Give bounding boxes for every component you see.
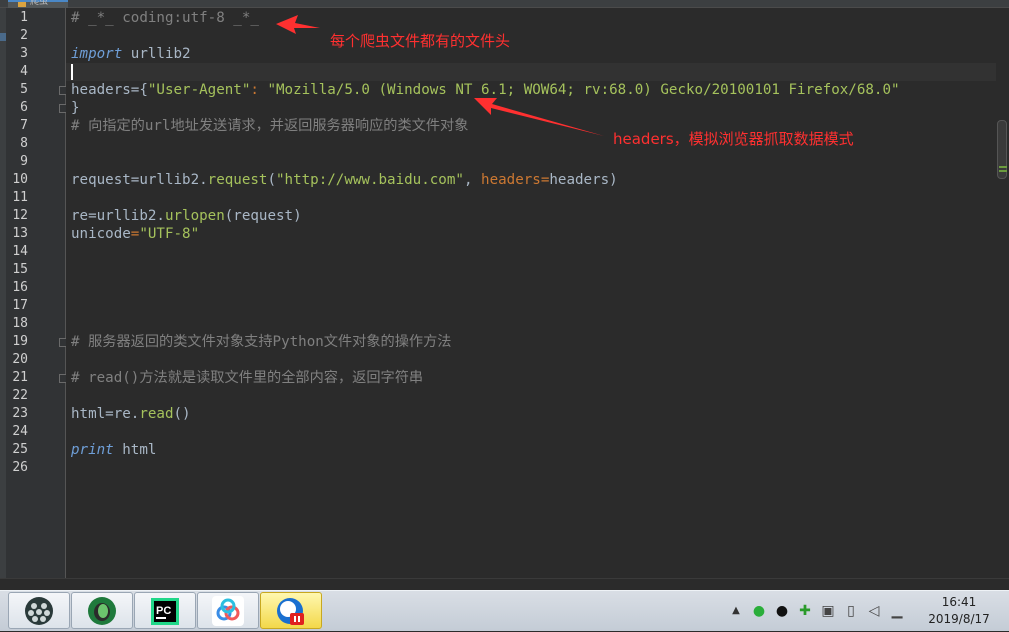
arrow-to-header (276, 15, 320, 34)
network-status-icon[interactable]: ▣ (820, 603, 836, 619)
headers-annotation: headers，模拟浏览器抓取数据模式 (613, 130, 854, 148)
orb-icon (25, 597, 53, 625)
taskbar-app-evernote[interactable] (71, 592, 133, 629)
taskbar-app-pycharm[interactable]: PC (134, 592, 196, 629)
battery-icon[interactable]: ▯ (843, 603, 859, 619)
signal-icon[interactable]: ▁ (889, 603, 905, 619)
wechat-icon[interactable]: ● (751, 603, 767, 619)
annotation-arrows (276, 15, 604, 136)
svg-text:PC: PC (156, 605, 171, 617)
pycharm-window: 爬虫1.py 123456789101112131415161718192021… (0, 0, 1009, 590)
clock[interactable]: 16:41 2019/8/17 (919, 594, 999, 628)
clock-time: 16:41 (941, 595, 977, 609)
taskbar-app-netdisk[interactable] (197, 592, 259, 629)
qq-icon[interactable]: ● (774, 603, 790, 619)
volume-icon[interactable]: ◁ (866, 603, 882, 619)
clock-date: 2019/8/17 (928, 612, 990, 626)
netdisk-icon (212, 596, 244, 626)
evernote-icon (88, 597, 116, 625)
pycharm-icon: PC (151, 598, 179, 625)
security-icon[interactable]: ✚ (797, 603, 813, 619)
arrow-to-headers (474, 98, 604, 136)
header-annotation: 每个爬虫文件都有的文件头 (330, 32, 511, 50)
system-tray: ▲ ● ● ✚ ▣ ▯ ◁ ▁ 16:41 2019/8/17 (724, 591, 1009, 631)
windows-taskbar: PC ▲ ● ● ✚ ▣ ▯ ◁ ▁ 16:41 2019/8/17 (0, 590, 1009, 631)
taskbar-app-orb[interactable] (8, 592, 70, 629)
tray-expand-icon[interactable]: ▲ (728, 603, 744, 619)
taskbar-app-recorder[interactable] (260, 592, 322, 629)
recorder-icon (277, 598, 304, 625)
